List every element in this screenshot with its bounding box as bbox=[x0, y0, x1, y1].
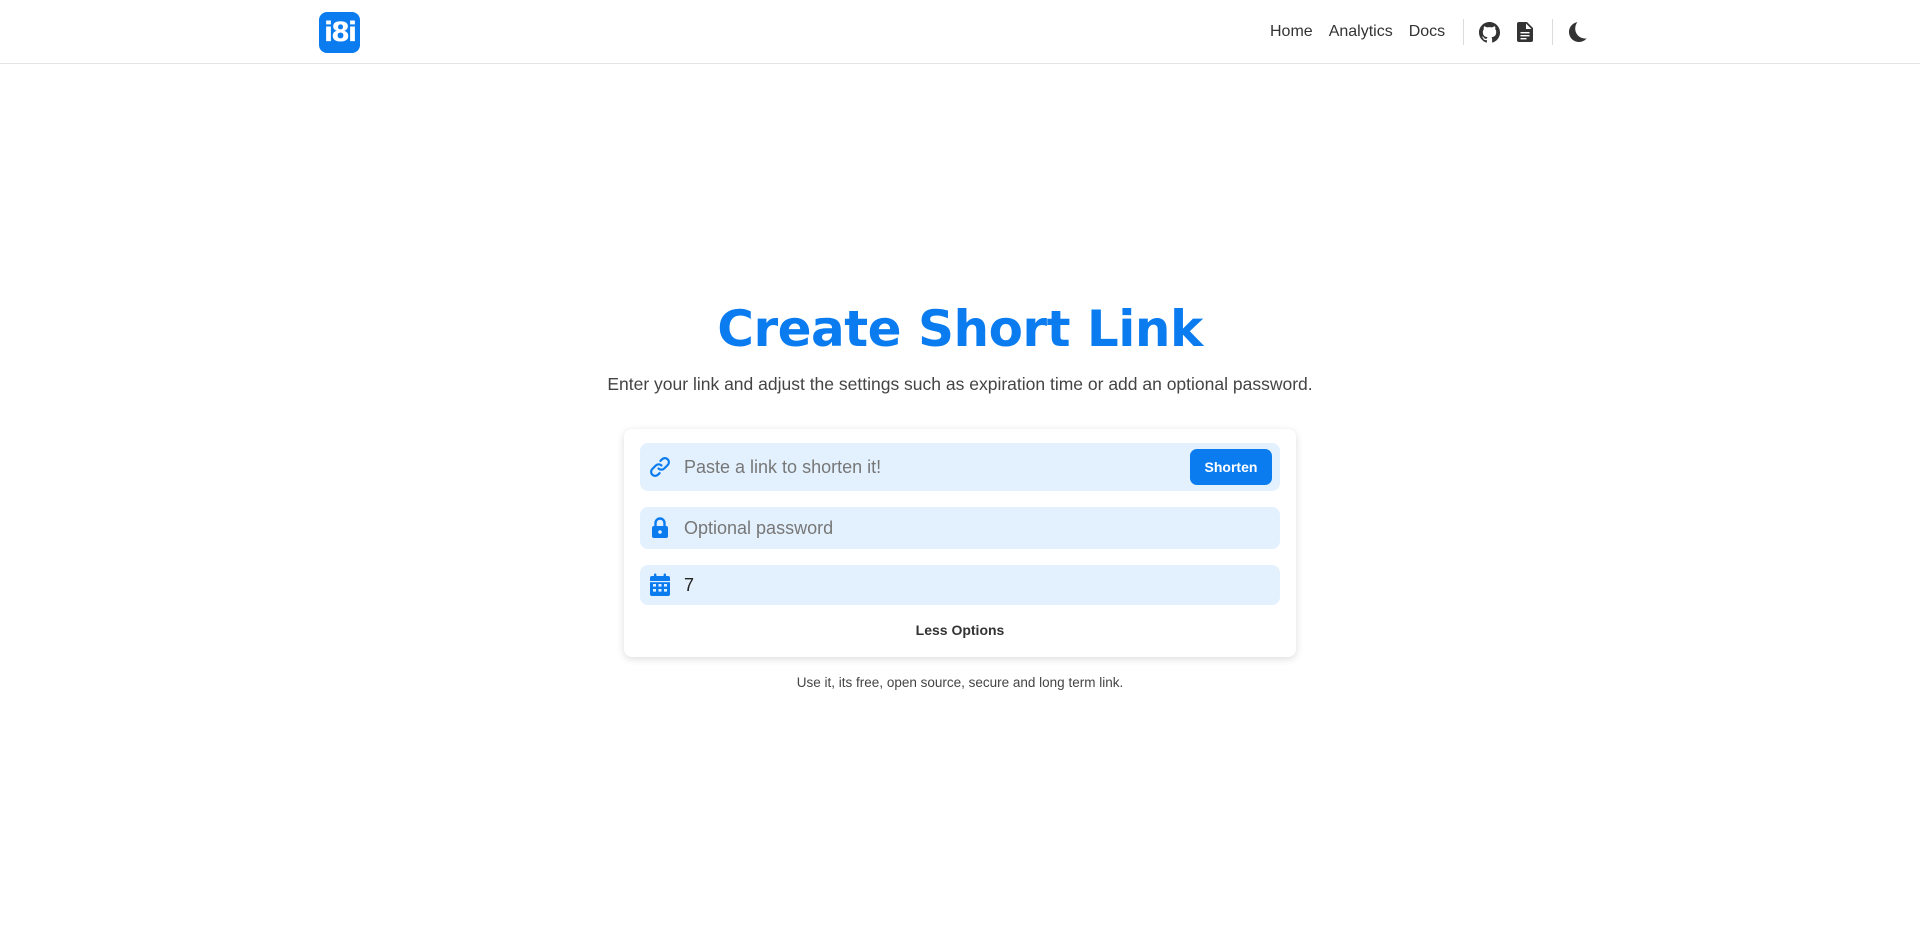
navbar: i8i Home Analytics Docs bbox=[0, 0, 1920, 64]
shorten-button[interactable]: Shorten bbox=[1190, 449, 1272, 485]
calendar-icon bbox=[648, 573, 672, 597]
url-input[interactable] bbox=[684, 456, 1190, 478]
document-icon[interactable] bbox=[1514, 21, 1536, 43]
less-options-toggle[interactable]: Less Options bbox=[624, 622, 1296, 638]
logo[interactable]: i8i bbox=[319, 12, 360, 53]
nav-divider bbox=[1463, 19, 1465, 45]
expiration-input[interactable] bbox=[684, 574, 1280, 596]
url-field: Shorten bbox=[640, 443, 1280, 491]
password-field bbox=[640, 507, 1280, 549]
nav-link-home[interactable]: Home bbox=[1270, 23, 1313, 41]
nav-link-docs[interactable]: Docs bbox=[1409, 23, 1445, 41]
nav-links: Home Analytics Docs bbox=[1270, 0, 1920, 64]
password-input[interactable] bbox=[684, 517, 1280, 539]
github-icon[interactable] bbox=[1478, 21, 1500, 43]
page-subtitle: Enter your link and adjust the settings … bbox=[607, 374, 1313, 394]
lock-icon bbox=[648, 516, 672, 540]
link-icon bbox=[648, 455, 672, 479]
nav-link-analytics[interactable]: Analytics bbox=[1329, 23, 1393, 41]
moon-icon[interactable] bbox=[1567, 21, 1589, 43]
footer-note: Use it, its free, open source, secure an… bbox=[796, 675, 1124, 690]
hero: Create Short Link Enter your link and ad… bbox=[0, 300, 1920, 395]
expiration-field bbox=[640, 565, 1280, 605]
shorten-form-card: Shorten Less Options bbox=[624, 429, 1296, 657]
nav-divider bbox=[1552, 19, 1554, 45]
page-title: Create Short Link bbox=[717, 300, 1203, 358]
